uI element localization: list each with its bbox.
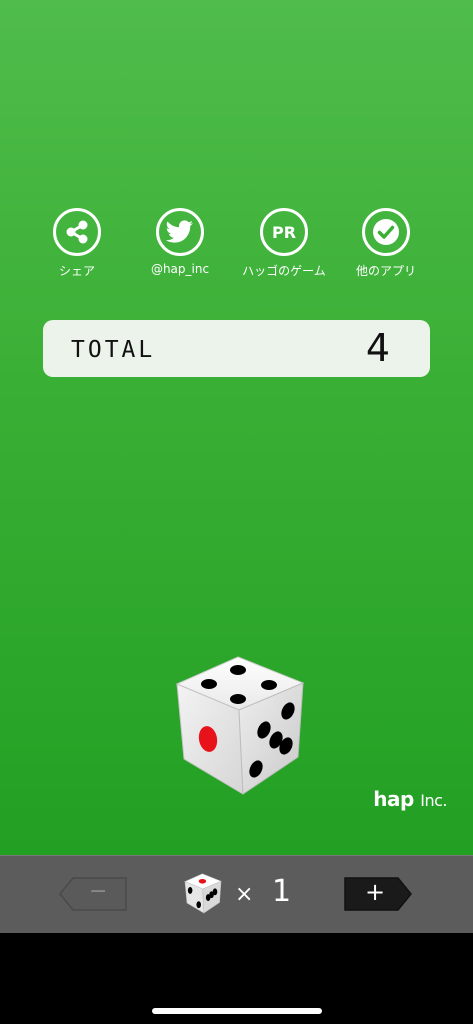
- dice-count-icon: [183, 873, 223, 915]
- brand-logo: hap Inc.: [373, 787, 447, 811]
- pr-games-button[interactable]: PR ハッゴのゲーム: [229, 208, 339, 279]
- share-button[interactable]: シェア: [22, 208, 132, 279]
- dice-icon: [175, 656, 305, 795]
- minus-label: −: [89, 879, 108, 904]
- share-label: シェア: [58, 264, 95, 278]
- twitter-label: @hap_inc: [150, 262, 210, 276]
- dice[interactable]: [170, 655, 310, 800]
- dice-count-toolbar: − × 1 +: [0, 855, 473, 934]
- decrease-dice-button[interactable]: −: [59, 877, 127, 911]
- brand-suffix: Inc.: [420, 791, 447, 810]
- pr-label: ハッゴのゲーム: [242, 264, 326, 278]
- share-icon: [53, 208, 101, 256]
- twitter-icon: [156, 208, 204, 256]
- plus-label: +: [365, 878, 386, 906]
- increase-dice-button[interactable]: +: [344, 877, 412, 911]
- dice-count-value: 1: [272, 874, 292, 909]
- twitter-button[interactable]: @hap_inc: [125, 208, 235, 276]
- pr-badge: PR: [271, 222, 297, 242]
- check-icon: [362, 208, 410, 256]
- share-row: シェア @hap_inc PR ハッゴのゲーム 他のアプリ: [0, 208, 473, 288]
- pr-icon: PR: [260, 208, 308, 256]
- times-symbol: ×: [235, 882, 254, 907]
- total-panel: TOTAL 4: [43, 320, 430, 377]
- other-apps-button[interactable]: 他のアプリ: [331, 208, 441, 279]
- home-indicator[interactable]: [152, 1008, 322, 1014]
- other-apps-label: 他のアプリ: [355, 264, 416, 278]
- brand-name: hap: [373, 787, 414, 811]
- total-label: TOTAL: [71, 337, 156, 363]
- game-screen: シェア @hap_inc PR ハッゴのゲーム 他のアプリ TOTAL 4 ha…: [0, 0, 473, 855]
- total-value: 4: [365, 326, 390, 370]
